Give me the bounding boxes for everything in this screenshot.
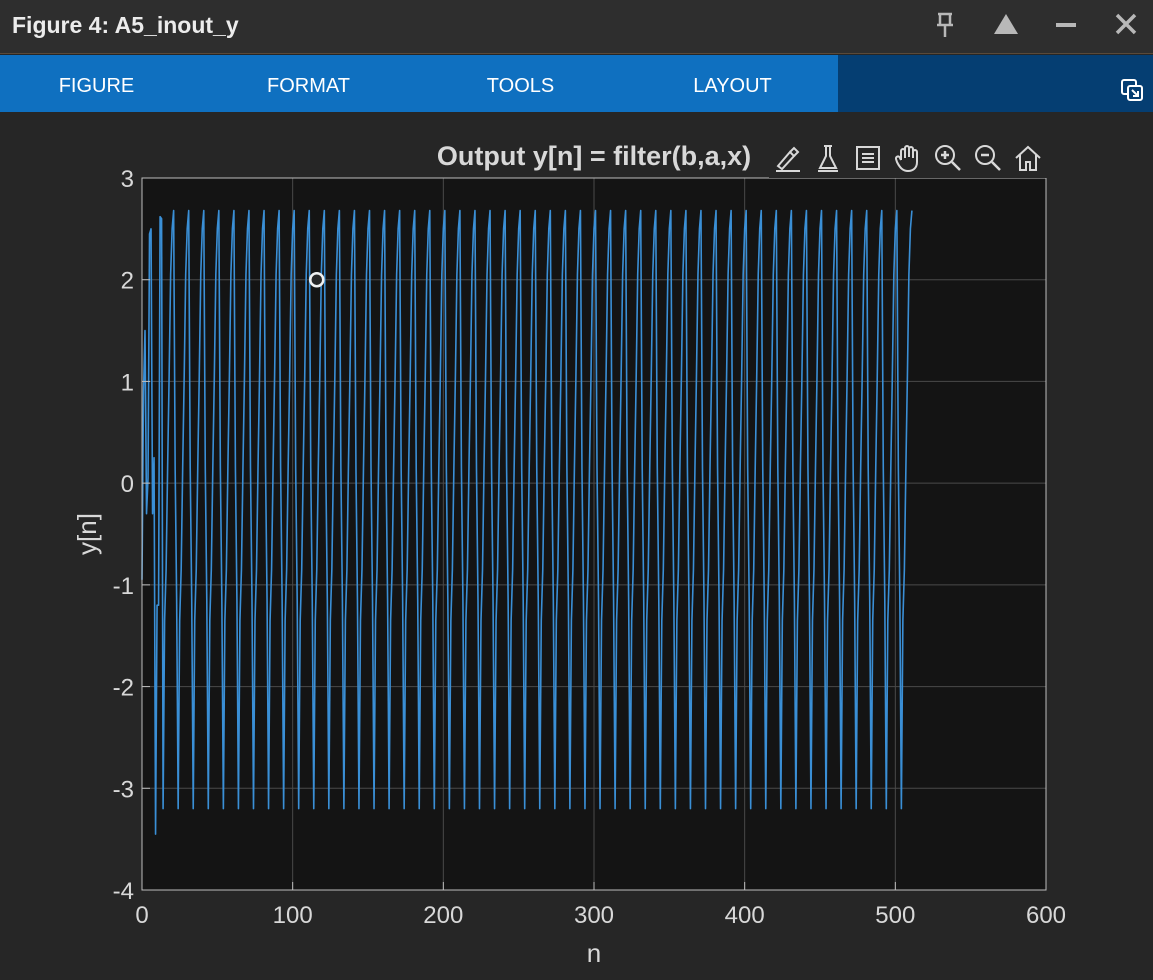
x-tick-label: 100 bbox=[273, 902, 313, 929]
undock-button[interactable] bbox=[1118, 74, 1148, 104]
legend-button[interactable] bbox=[851, 140, 885, 176]
chart[interactable]: 0 100 200 300 400 500 600 3 2 1 0 -1 -2 -3 -4 Output y… bbox=[0, 112, 1153, 980]
figure-area: 0 100 200 300 400 500 600 3 2 1 0 -1 -2 -3 -4 Output y… bbox=[0, 112, 1153, 980]
tab-tools[interactable]: TOOLS bbox=[424, 55, 617, 112]
tab-format[interactable]: FORMAT bbox=[212, 55, 405, 112]
close-button[interactable] bbox=[1108, 8, 1144, 42]
x-tick-label: 500 bbox=[875, 902, 915, 929]
x-tick-label: 0 bbox=[135, 902, 148, 929]
maximize-icon bbox=[994, 14, 1018, 34]
ribbon-tabs: FIGURE FORMAT TOOLS LAYOUT bbox=[0, 55, 838, 112]
y-tick-label: 0 bbox=[121, 471, 134, 498]
minimize-icon bbox=[1056, 23, 1076, 27]
pan-icon bbox=[894, 145, 918, 173]
pin-button[interactable] bbox=[927, 8, 963, 42]
datatip-marker[interactable] bbox=[309, 271, 325, 288]
window-titlebar: Figure 4: A5_inout_y bbox=[0, 0, 1153, 54]
undock-icon bbox=[1121, 79, 1143, 101]
maximize-button[interactable] bbox=[988, 8, 1024, 42]
window-title: Figure 4: A5_inout_y bbox=[12, 12, 239, 38]
plot-title: Output y[n] = filter(b,a,x) bbox=[437, 141, 751, 171]
y-tick-label: 3 bbox=[121, 166, 134, 193]
y-tick-label: -3 bbox=[113, 776, 134, 803]
pan-button[interactable] bbox=[891, 140, 925, 176]
data-cursor-icon bbox=[818, 145, 838, 172]
home-icon bbox=[1015, 145, 1041, 171]
y-tick-label: -4 bbox=[113, 878, 134, 905]
data-cursor-button[interactable] bbox=[811, 140, 845, 176]
x-tick-label: 400 bbox=[725, 902, 765, 929]
axes-toolbar bbox=[769, 138, 1051, 178]
y-tick-label: -2 bbox=[113, 675, 134, 702]
tab-figure[interactable]: FIGURE bbox=[0, 55, 193, 112]
pin-icon bbox=[937, 12, 953, 37]
zoom-out-button[interactable] bbox=[971, 140, 1005, 176]
brush-button[interactable] bbox=[771, 140, 805, 176]
x-tick-label: 600 bbox=[1026, 902, 1066, 929]
home-button[interactable] bbox=[1011, 140, 1045, 176]
x-tick-label: 300 bbox=[574, 902, 614, 929]
y-tick-label: 2 bbox=[121, 268, 134, 295]
brush-icon bbox=[776, 146, 800, 172]
y-tick-label: 1 bbox=[121, 369, 134, 396]
minimize-button[interactable] bbox=[1048, 8, 1084, 42]
y-axis-label: y[n] bbox=[72, 513, 102, 555]
zoom-out-icon bbox=[975, 145, 1001, 171]
x-tick-label: 200 bbox=[423, 902, 463, 929]
y-tick-label: -1 bbox=[113, 573, 134, 600]
tab-layout[interactable]: LAYOUT bbox=[636, 55, 829, 112]
legend-icon bbox=[856, 146, 880, 170]
datatip[interactable] bbox=[309, 271, 325, 288]
close-icon bbox=[1115, 13, 1137, 35]
ribbon: FIGURE FORMAT TOOLS LAYOUT bbox=[0, 55, 1153, 112]
x-axis-label: n bbox=[587, 938, 601, 968]
zoom-in-button[interactable] bbox=[931, 140, 965, 176]
zoom-in-icon bbox=[935, 145, 961, 171]
